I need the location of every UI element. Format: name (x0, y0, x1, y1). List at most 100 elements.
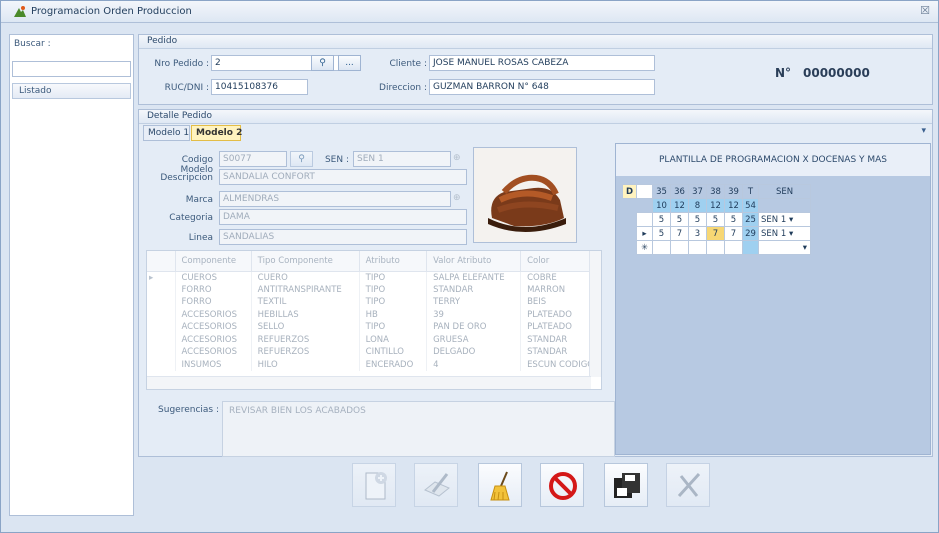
table-cell[interactable]: STANDAR (426, 283, 522, 296)
table-row[interactable]: ACCESORIOS SELLO TIPO PAN DE ORO PLATEADO (147, 321, 601, 334)
categoria-field[interactable]: DAMA (219, 209, 467, 225)
table-cell[interactable]: REFUERZOS (251, 346, 360, 359)
row1-sen-select[interactable]: SEN 1 ▾ (758, 212, 811, 227)
close-icon (677, 472, 701, 498)
table-row[interactable]: FORRO ANTITRANSPIRANTE TIPO STANDAR MARRON (147, 283, 601, 296)
row2-39[interactable]: 7 (724, 226, 743, 241)
tab-modelo-2[interactable]: Modelo 2 (191, 125, 242, 141)
table-cell[interactable]: TERRY (426, 296, 522, 309)
table-row[interactable]: ACCESORIOS REFUERZOS CINTILLO DELGADO STANDA… (147, 346, 601, 359)
table-cell[interactable]: TIPO (359, 296, 428, 309)
table-cell[interactable]: ACCESORIOS (175, 321, 252, 334)
broom-icon (490, 471, 510, 501)
row2-37[interactable]: 3 (688, 226, 707, 241)
horizontal-scrollbar[interactable] (147, 376, 591, 389)
col-valor-atributo[interactable]: Valor Atributo (426, 251, 522, 272)
col-atributo[interactable]: Atributo (359, 251, 428, 272)
total-38: 12 (706, 198, 725, 213)
search-pedido-button[interactable]: ⚲ (311, 55, 334, 71)
stop-icon (549, 472, 577, 500)
table-cell[interactable]: SALPA ELEFANTE (426, 271, 522, 284)
table-cell[interactable]: INSUMOS (175, 358, 252, 371)
table-cell[interactable]: HB (359, 308, 428, 321)
table-cell[interactable]: TIPO (359, 271, 428, 284)
marca-label: Marca (185, 195, 213, 205)
linea-field[interactable]: SANDALIAS (219, 229, 467, 245)
total-t: 54 (742, 198, 759, 213)
nro-pedido-label: Nro Pedido : (154, 59, 209, 69)
table-cell[interactable]: TIPO (359, 321, 428, 334)
col-componente[interactable]: Componente (175, 251, 252, 272)
main-window: Programacion Orden Produccion ☒ Buscar :… (0, 0, 939, 533)
table-cell[interactable]: FORRO (175, 296, 252, 309)
clean-button[interactable] (478, 463, 522, 507)
save-button[interactable] (604, 463, 648, 507)
app-icon (14, 6, 26, 17)
sen-add-icon[interactable]: ⊕ (453, 153, 461, 163)
vertical-scrollbar[interactable] (589, 251, 601, 377)
new-row-icon: ✳ (636, 240, 653, 255)
sugerencias-label: Sugerencias : (158, 405, 219, 415)
table-cell[interactable]: SELLO (251, 321, 360, 334)
row1-37[interactable]: 5 (688, 212, 707, 227)
table-cell[interactable]: TIPO (359, 283, 428, 296)
sen-select[interactable]: SEN 1 (353, 151, 451, 167)
table-cell[interactable]: CINTILLO (359, 346, 428, 359)
sugerencias-field[interactable]: REVISAR BIEN LOS ACABADOS (222, 401, 615, 457)
search-input[interactable] (12, 61, 131, 77)
more-button[interactable]: ... (338, 55, 361, 71)
title-bar: Programacion Orden Produccion ☒ (1, 1, 938, 23)
table-cell[interactable]: ACCESORIOS (175, 308, 252, 321)
row1-35[interactable]: 5 (652, 212, 671, 227)
col-tipo-componente[interactable]: Tipo Componente (251, 251, 360, 272)
pedido-panel: Pedido Nro Pedido : 2 ⚲ ... RUC/DNI : 10… (138, 34, 933, 105)
table-cell[interactable]: HEBILLAS (251, 308, 360, 321)
row2-36[interactable]: 7 (670, 226, 689, 241)
row1-36[interactable]: 5 (670, 212, 689, 227)
table-cell[interactable]: CUERO (251, 271, 360, 284)
row2-35[interactable]: 5 (652, 226, 671, 241)
row1-38[interactable]: 5 (706, 212, 725, 227)
row2-38[interactable]: 7 (706, 226, 725, 241)
table-row[interactable]: FORRO TEXTIL TIPO TERRY BEIS (147, 296, 601, 309)
row2-total: 29 (742, 226, 759, 241)
marca-select[interactable]: ALMENDRAS (219, 191, 451, 207)
row1-39[interactable]: 5 (724, 212, 743, 227)
marca-add-icon[interactable]: ⊕ (453, 193, 461, 203)
table-cell[interactable]: GRUESA (426, 333, 522, 346)
chevron-down-icon: ▾ (802, 242, 807, 253)
table-cell[interactable]: DELGADO (426, 346, 522, 359)
table-cell[interactable]: LONA (359, 333, 428, 346)
descripcion-field[interactable]: SANDALIA CONFORT (219, 169, 467, 185)
table-cell[interactable]: 4 (426, 358, 522, 371)
search-modelo-button[interactable]: ⚲ (290, 151, 313, 167)
table-cell[interactable]: CUEROS (175, 271, 252, 284)
new-sen-select[interactable]: ▾ (758, 240, 811, 255)
row2-sen-select[interactable]: SEN 1 ▾ (758, 226, 811, 241)
direccion-field[interactable]: GUZMAN BARRON N° 648 (429, 79, 655, 95)
table-cell[interactable]: TEXTIL (251, 296, 360, 309)
table-row[interactable]: ACCESORIOS REFUERZOS LONA GRUESA STANDAR (147, 333, 601, 346)
table-cell[interactable]: PAN DE ORO (426, 321, 522, 334)
table-row[interactable]: INSUMOS HILO ENCERADO 4 ESCUN CODIGO (147, 358, 601, 371)
table-row[interactable]: ACCESORIOS HEBILLAS HB 39 PLATEADO (147, 308, 601, 321)
table-cell[interactable]: FORRO (175, 283, 252, 296)
table-cell[interactable]: REFUERZOS (251, 333, 360, 346)
codigo-field[interactable]: S0077 (219, 151, 287, 167)
table-cell[interactable]: ANTITRANSPIRANTE (251, 283, 360, 296)
sign-button[interactable] (414, 463, 458, 507)
new-button[interactable] (352, 463, 396, 507)
collapse-icon[interactable]: ▾ (921, 126, 926, 136)
table-cell[interactable]: ACCESORIOS (175, 346, 252, 359)
table-cell[interactable]: 39 (426, 308, 522, 321)
table-row[interactable]: ▸ CUEROS CUERO TIPO SALPA ELEFANTE COBRE (147, 271, 601, 284)
table-cell[interactable]: ENCERADO (359, 358, 428, 371)
close-window-icon[interactable]: ☒ (920, 4, 930, 17)
table-cell[interactable]: ACCESORIOS (175, 333, 252, 346)
ruc-field[interactable]: 10415108376 (211, 79, 308, 95)
close-button[interactable] (666, 463, 710, 507)
cliente-field[interactable]: JOSE MANUEL ROSAS CABEZA (429, 55, 655, 71)
tab-modelo-1[interactable]: Modelo 1 (143, 125, 190, 141)
cancel-button[interactable] (540, 463, 584, 507)
table-cell[interactable]: HILO (251, 358, 360, 371)
